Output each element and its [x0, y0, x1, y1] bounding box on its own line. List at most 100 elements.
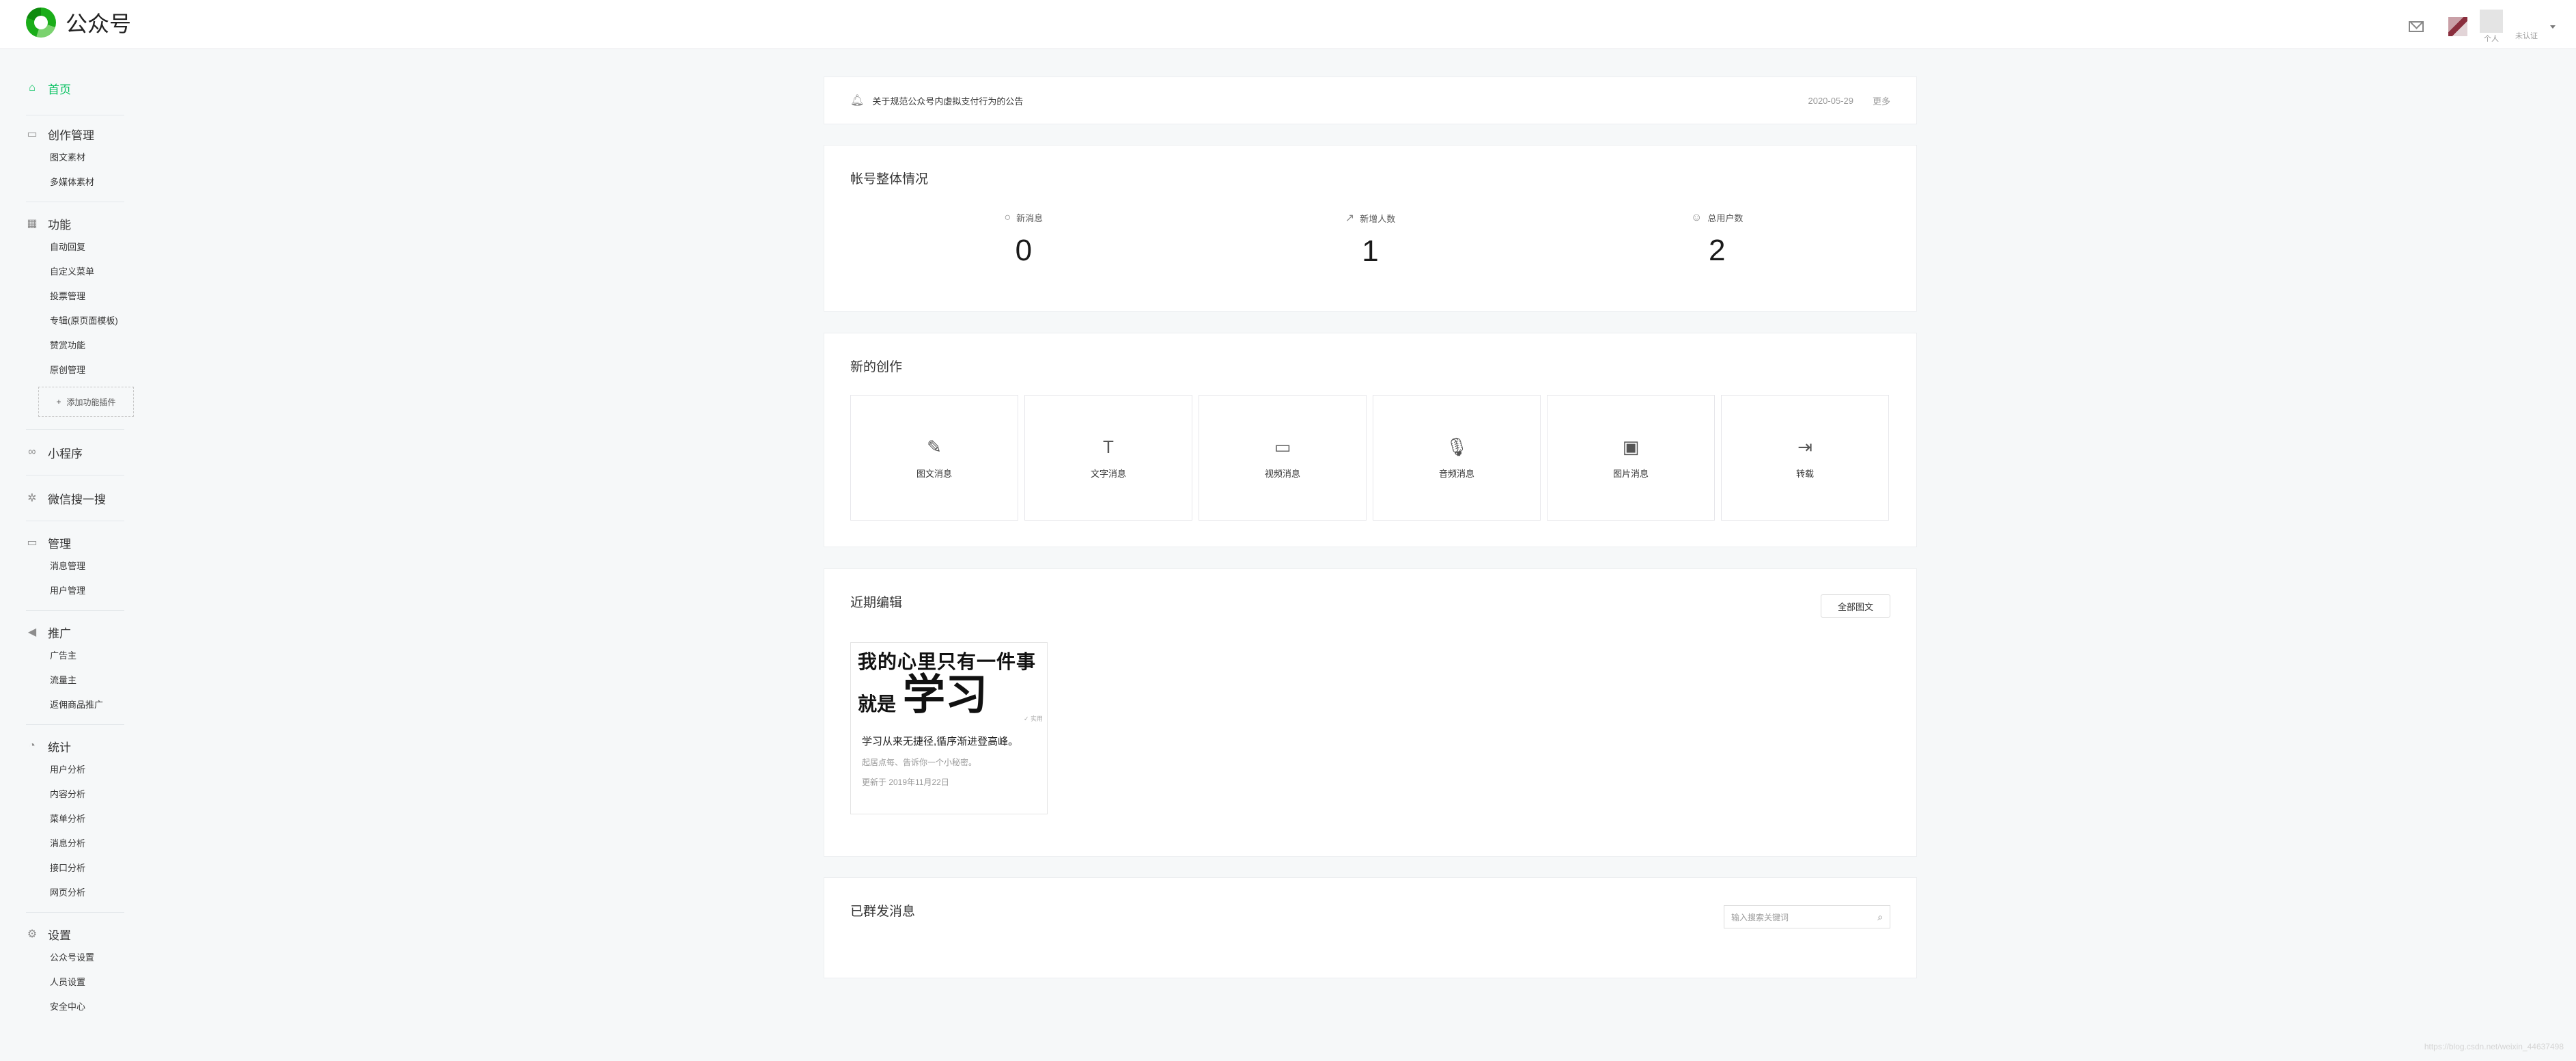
trend-up-icon: ↗: [1345, 212, 1355, 224]
overview-stats: ○ 新消息 0 ↗ 新增人数 1 ☺ 总用户数 2: [850, 211, 1890, 268]
overview-title: 帐号整体情况: [850, 172, 929, 187]
sidebar-item-publisher[interactable]: 流量主: [26, 668, 124, 693]
tile-label: 音频消息: [1438, 468, 1474, 479]
tray-icon: ▭: [27, 537, 38, 549]
gear-icon: ⚙: [27, 928, 38, 940]
stat-label: 新消息: [1016, 213, 1044, 223]
recent-edits-card: 近期编辑 全部图文 我的心里只有一件事 就是 学习 ✓ 实用 学习从来无捷径,循…: [824, 568, 1917, 857]
sidebar-group-label: 设置: [48, 928, 71, 942]
mail-icon[interactable]: [2409, 21, 2424, 32]
search-icon[interactable]: ⌕: [1877, 911, 1883, 923]
chevron-down-icon[interactable]: [2550, 25, 2556, 29]
megaphone-icon: ◀: [27, 626, 37, 638]
sidebar-group-promotion[interactable]: ◀ 推广: [26, 620, 124, 644]
link-icon: ∞: [28, 446, 36, 458]
watermark: https://blog.csdn.net/weixin_44637498: [2424, 1042, 2564, 1051]
sidebar-group-label: 小程序: [48, 447, 83, 460]
sidebar-group-statistics[interactable]: ◔ 统计: [26, 734, 124, 758]
sidebar-item-commission[interactable]: 返佣商品推广: [26, 693, 124, 717]
sidebar-item-users[interactable]: 用户管理: [26, 579, 124, 603]
pie-icon: ◔: [29, 740, 36, 752]
sidebar-group-creation[interactable]: ▭ 创作管理: [26, 122, 124, 146]
sidebar-group-miniprogram[interactable]: ∞ 小程序: [26, 441, 124, 464]
sidebar-item-album[interactable]: 专辑(原页面模板): [26, 309, 124, 333]
user-icon: ☺: [1691, 211, 1703, 223]
sidebar: ⌂ 首页 ▭ 创作管理 图文素材 多媒体素材 ▦ 功能 自动回复 自定义菜单 投…: [0, 49, 137, 1026]
add-plugin-label: 添加功能插件: [66, 397, 116, 407]
export-icon: ⇥: [1797, 436, 1812, 457]
sidebar-item-reward[interactable]: 赞赏功能: [26, 333, 124, 358]
sidebar-item-auto-reply[interactable]: 自动回复: [26, 235, 124, 260]
account-info[interactable]: 个人: [2480, 10, 2503, 44]
sidebar-group-label: 统计: [48, 741, 71, 754]
nav-group-statistics: ◔ 统计 用户分析 内容分析 菜单分析 消息分析 接口分析 网页分析: [26, 725, 124, 913]
sidebar-item-vote[interactable]: 投票管理: [26, 284, 124, 309]
sent-title: 已群发消息: [850, 905, 916, 919]
sidebar-item-home[interactable]: ⌂ 首页: [26, 77, 124, 100]
sidebar-group-manage[interactable]: ▭ 管理: [26, 531, 124, 554]
sidebar-item-web-analysis[interactable]: 网页分析: [26, 881, 124, 905]
search-input[interactable]: 输入搜索关键词 ⌕: [1724, 905, 1890, 928]
article-title: 学习从来无捷径,循序渐进登高峰。: [862, 736, 1019, 747]
sidebar-item-account-settings[interactable]: 公众号设置: [26, 946, 124, 970]
tile-label: 文字消息: [1090, 468, 1126, 479]
tile-label: 图文消息: [916, 468, 952, 479]
notice-date: 2020-05-29: [1808, 95, 1853, 106]
stat-total-users[interactable]: ☺ 总用户数 2: [1543, 211, 1890, 268]
sidebar-group-label: 创作管理: [48, 128, 94, 142]
sidebar-group-label: 功能: [48, 218, 71, 232]
create-text-tile[interactable]: T 文字消息: [1024, 395, 1192, 521]
sidebar-group-settings[interactable]: ⚙ 设置: [26, 922, 124, 946]
sidebar-group-search[interactable]: ✲ 微信搜一搜: [26, 486, 124, 510]
sidebar-item-articles[interactable]: 图文素材: [26, 146, 124, 170]
create-video-tile[interactable]: ▭ 视频消息: [1199, 395, 1367, 521]
verify-status: 未认证: [2515, 32, 2538, 40]
sidebar-item-content-analysis[interactable]: 内容分析: [26, 782, 124, 807]
search-placeholder: 输入搜索关键词: [1731, 912, 1789, 922]
sidebar-group-label: 推广: [48, 626, 71, 640]
sidebar-item-media[interactable]: 多媒体素材: [26, 170, 124, 195]
notice-more-link[interactable]: 更多: [1873, 94, 1890, 107]
sidebar-item-advertiser[interactable]: 广告主: [26, 644, 124, 668]
nav-group-settings: ⚙ 设置 公众号设置 人员设置 安全中心: [26, 913, 124, 1026]
sent-messages-card: 已群发消息 输入搜索关键词 ⌕: [824, 877, 1917, 978]
notice-text[interactable]: 关于规范公众号内虚拟支付行为的公告: [872, 94, 1023, 107]
tile-label: 转载: [1795, 468, 1814, 479]
sidebar-item-messages[interactable]: 消息管理: [26, 554, 124, 579]
create-image-tile[interactable]: ▣ 图片消息: [1547, 395, 1715, 521]
cover-big: 学习: [903, 672, 988, 719]
stat-label-row: ↗ 新增人数: [1197, 211, 1544, 225]
sidebar-item-menu-analysis[interactable]: 菜单分析: [26, 807, 124, 831]
nav-group-features: ▦ 功能 自动回复 自定义菜单 投票管理 专辑(原页面模板) 赞赏功能 原创管理…: [26, 202, 134, 430]
nav-group-manage: ▭ 管理 消息管理 用户管理: [26, 521, 124, 611]
image-icon: ▣: [1622, 436, 1640, 457]
add-plugin-button[interactable]: + 添加功能插件: [38, 387, 134, 417]
nav-group-home: ⌂ 首页: [26, 49, 124, 115]
app-logo[interactable]: 公众号: [26, 7, 131, 38]
tile-label: 视频消息: [1264, 468, 1300, 479]
stat-value: 2: [1708, 234, 1726, 267]
sidebar-group-features[interactable]: ▦ 功能: [26, 212, 124, 235]
creation-title: 新的创作: [850, 360, 903, 374]
sidebar-item-security[interactable]: 安全中心: [26, 995, 124, 1019]
all-articles-button[interactable]: 全部图文: [1821, 594, 1890, 618]
account-avatar-large[interactable]: [2480, 10, 2503, 33]
cover-line2: 就是 学习: [858, 674, 1040, 717]
sidebar-item-original[interactable]: 原创管理: [26, 358, 124, 383]
video-icon: ▭: [1274, 436, 1291, 457]
sidebar-item-message-analysis[interactable]: 消息分析: [26, 831, 124, 856]
sidebar-item-member-settings[interactable]: 人员设置: [26, 970, 124, 995]
create-repost-tile[interactable]: ⇥ 转载: [1721, 395, 1889, 521]
article-card[interactable]: 我的心里只有一件事 就是 学习 ✓ 实用 学习从来无捷径,循序渐进登高峰。 起居…: [850, 642, 1048, 814]
tile-label: 图片消息: [1612, 468, 1649, 479]
account-avatar[interactable]: [2448, 17, 2467, 36]
sidebar-item-user-analysis[interactable]: 用户分析: [26, 758, 124, 782]
sidebar-group-label: 管理: [48, 537, 71, 551]
sidebar-item-api-analysis[interactable]: 接口分析: [26, 856, 124, 881]
create-article-tile[interactable]: ✎ 图文消息: [850, 395, 1018, 521]
overview-card: 帐号整体情况 ○ 新消息 0 ↗ 新增人数 1 ☺ 总用户数 2: [824, 145, 1917, 312]
sidebar-item-custom-menu[interactable]: 自定义菜单: [26, 260, 124, 284]
stat-new-messages[interactable]: ○ 新消息 0: [850, 211, 1197, 268]
stat-new-followers[interactable]: ↗ 新增人数 1: [1197, 211, 1544, 268]
create-audio-tile[interactable]: 🎙︎ 音频消息: [1373, 395, 1541, 521]
